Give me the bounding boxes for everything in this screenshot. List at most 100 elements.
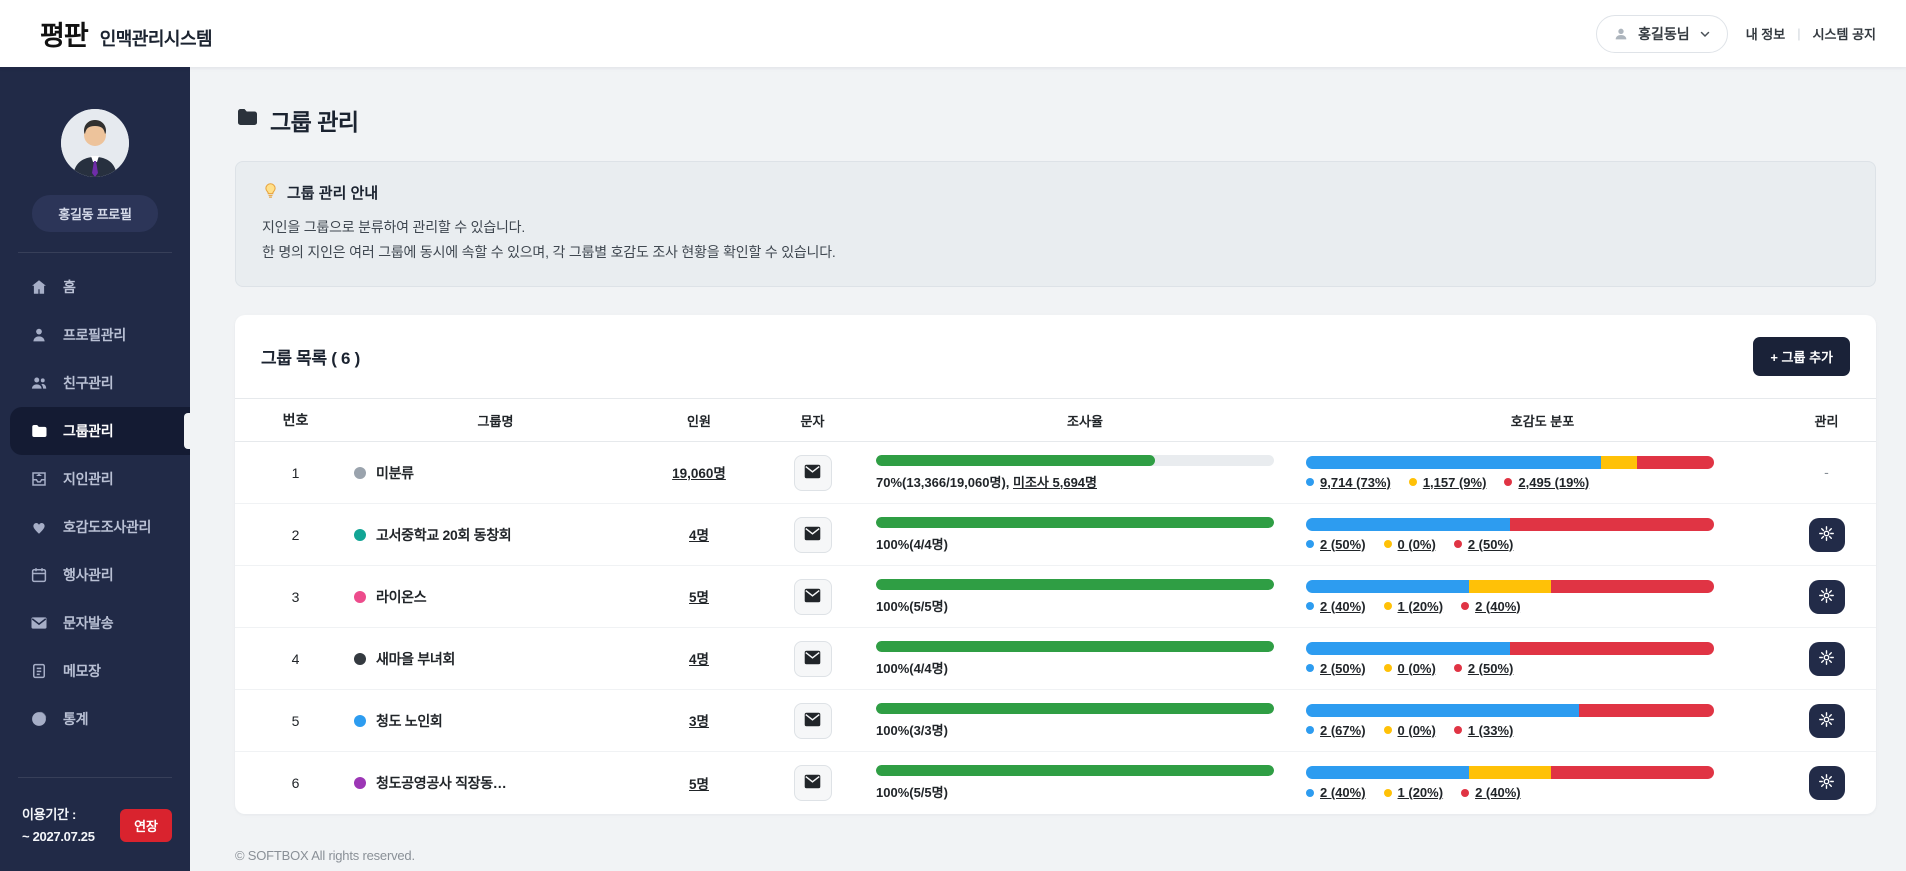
neutral-count-link[interactable]: 1 (20%) (1398, 599, 1444, 614)
negative-count-link[interactable]: 2 (40%) (1475, 785, 1521, 800)
negative-count-link[interactable]: 2,495 (19%) (1518, 475, 1589, 490)
positive-count-link[interactable]: 2 (50%) (1320, 661, 1366, 676)
table-row: 3 라이온스 5명 100%(5/5명) (235, 566, 1876, 628)
send-sms-button[interactable] (794, 641, 832, 677)
page-title: 그룹 관리 (235, 103, 1876, 137)
header-right: 홍길동님 내 정보 | 시스템 공지 (1596, 15, 1876, 53)
notice-line-1: 지인을 그룹으로 분류하여 관리할 수 있습니다. (262, 215, 1849, 240)
sidebar-item-label: 행사관리 (63, 565, 113, 585)
sidebar-item-person[interactable]: 프로필관리 (0, 311, 190, 359)
sidebar-item-folder[interactable]: 그룹관리 (10, 407, 190, 455)
main-content: 그룹 관리 그룹 관리 안내 지인을 그룹으로 분류하여 관리할 수 있습니다.… (190, 67, 1906, 871)
group-settings-button[interactable] (1809, 642, 1845, 676)
negative-count-link[interactable]: 2 (50%) (1468, 661, 1514, 676)
group-settings-button[interactable] (1809, 518, 1845, 552)
group-color-dot (354, 591, 366, 603)
survey-progress-bar (876, 641, 1274, 652)
sidebar-bottom-divider (18, 777, 172, 778)
header-links: 내 정보 | 시스템 공지 (1746, 24, 1876, 43)
group-name: 청도공영공사 직장동… (376, 773, 507, 793)
group-settings-button[interactable] (1809, 704, 1845, 738)
member-count-link[interactable]: 5명 (689, 590, 709, 605)
sidebar-item-home[interactable]: 홈 (0, 263, 190, 311)
send-sms-button[interactable] (794, 579, 832, 615)
send-sms-button[interactable] (794, 455, 832, 491)
neutral-count-link[interactable]: 0 (0%) (1398, 723, 1436, 738)
group-color-dot (354, 777, 366, 789)
app-logo: 평판 (40, 14, 88, 53)
group-name: 청도 노인회 (376, 711, 443, 731)
negative-count-link[interactable]: 1 (33%) (1468, 723, 1514, 738)
survey-rate-text: 100%(5/5명) (876, 596, 1294, 615)
pie-icon (30, 710, 48, 728)
sentiment-legend: 2 (50%) 0 (0%) 2 (50%) (1306, 537, 1779, 552)
sidebar-item-label: 호감도조사관리 (63, 517, 151, 537)
member-count-link[interactable]: 19,060명 (672, 466, 726, 481)
neutral-count-link[interactable]: 0 (0%) (1398, 661, 1436, 676)
user-menu-button[interactable]: 홍길동님 (1596, 15, 1728, 53)
person-icon (30, 326, 48, 344)
member-count-link[interactable]: 5명 (689, 777, 709, 792)
survey-progress-bar (876, 579, 1274, 590)
system-notice-link[interactable]: 시스템 공지 (1813, 24, 1876, 43)
usage-period: 이용기간 : ~ 2027.07.25 연장 (0, 788, 190, 853)
negative-dot (1454, 664, 1462, 672)
positive-count-link[interactable]: 2 (50%) (1320, 537, 1366, 552)
send-sms-button[interactable] (794, 517, 832, 553)
sidebar-item-memo[interactable]: 메모장 (0, 647, 190, 695)
sentiment-legend: 9,714 (73%) 1,157 (9%) 2,495 (19%) (1306, 475, 1779, 490)
folder-icon (235, 105, 259, 135)
neutral-count-link[interactable]: 1 (20%) (1398, 785, 1444, 800)
member-count-link[interactable]: 4명 (689, 528, 709, 543)
member-count-link[interactable]: 4명 (689, 652, 709, 667)
heart-icon (30, 518, 48, 536)
row-number: 2 (243, 527, 348, 543)
send-sms-button[interactable] (794, 703, 832, 739)
sidebar-item-inbox[interactable]: 지인관리 (0, 455, 190, 503)
positive-dot (1306, 726, 1314, 734)
negative-count-link[interactable]: 2 (50%) (1468, 537, 1514, 552)
col-sms: 문자 (755, 411, 870, 430)
row-number: 6 (243, 775, 348, 791)
negative-count-link[interactable]: 2 (40%) (1475, 599, 1521, 614)
neutral-count-link[interactable]: 0 (0%) (1398, 537, 1436, 552)
sidebar-item-people[interactable]: 친구관리 (0, 359, 190, 407)
positive-count-link[interactable]: 2 (40%) (1320, 785, 1366, 800)
envelope-icon (804, 712, 821, 730)
neutral-count-link[interactable]: 1,157 (9%) (1423, 475, 1487, 490)
system-name: 인맥관리시스템 (100, 25, 212, 51)
row-number: 3 (243, 589, 348, 605)
positive-count-link[interactable]: 2 (40%) (1320, 599, 1366, 614)
sentiment-distribution-bar (1306, 518, 1714, 531)
positive-count-link[interactable]: 2 (67%) (1320, 723, 1366, 738)
profile-button[interactable]: 홍길동 프로필 (32, 195, 157, 232)
extend-button[interactable]: 연장 (120, 809, 172, 842)
add-group-button[interactable]: + 그룹 추가 (1753, 337, 1850, 376)
unsurveyed-link[interactable]: 미조사 5,694명 (1013, 475, 1097, 490)
col-survey: 조사율 (870, 411, 1300, 430)
survey-rate-text: 100%(3/3명) (876, 720, 1294, 739)
member-count-link[interactable]: 3명 (689, 714, 709, 729)
positive-count-link[interactable]: 9,714 (73%) (1320, 475, 1391, 490)
group-name: 미분류 (376, 463, 414, 483)
my-info-link[interactable]: 내 정보 (1746, 24, 1786, 43)
sidebar-item-heart[interactable]: 호감도조사관리 (0, 503, 190, 551)
profile-avatar[interactable] (61, 109, 129, 177)
gear-icon (1818, 649, 1835, 669)
send-sms-button[interactable] (794, 765, 832, 801)
group-settings-button[interactable] (1809, 766, 1845, 800)
active-indicator (184, 413, 190, 449)
sidebar-item-pie[interactable]: 통계 (0, 695, 190, 743)
positive-dot (1306, 478, 1314, 486)
lightbulb-icon (262, 182, 279, 203)
sidebar-item-label: 지인관리 (63, 469, 113, 489)
sidebar-item-mail[interactable]: 문자발송 (0, 599, 190, 647)
sidebar-item-label: 프로필관리 (63, 325, 126, 345)
sidebar-item-label: 통계 (63, 709, 88, 729)
sidebar-divider (18, 252, 172, 253)
sentiment-legend: 2 (67%) 0 (0%) 1 (33%) (1306, 723, 1779, 738)
sidebar-item-calendar[interactable]: 행사관리 (0, 551, 190, 599)
sentiment-legend: 2 (40%) 1 (20%) 2 (40%) (1306, 599, 1779, 614)
group-color-dot (354, 653, 366, 665)
group-settings-button[interactable] (1809, 580, 1845, 614)
